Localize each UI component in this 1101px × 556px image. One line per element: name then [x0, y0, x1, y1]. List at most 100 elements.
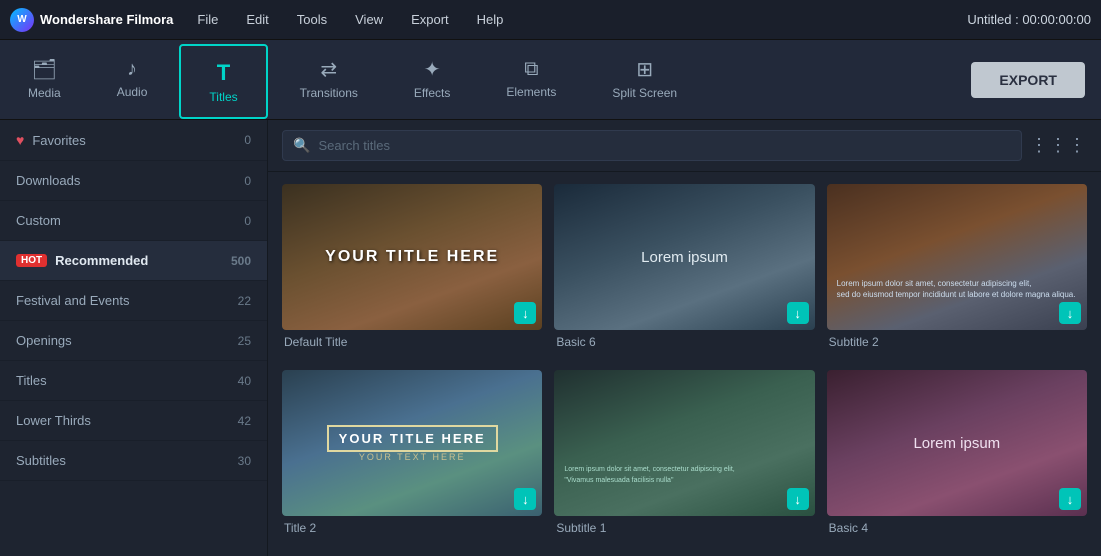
menu-help[interactable]: Help: [473, 12, 508, 27]
titles-label: Titles: [16, 373, 238, 388]
sidebar-item-festival[interactable]: Festival and Events 22: [0, 281, 267, 321]
sidebar-item-lowerthirds[interactable]: Lower Thirds 42: [0, 401, 267, 441]
app-name: Wondershare Filmora: [40, 12, 173, 27]
toolbar-transitions-label: Transitions: [300, 86, 358, 100]
grid-toggle-icon[interactable]: ⋮⋮⋮: [1030, 135, 1087, 156]
download-button[interactable]: ↓: [1059, 488, 1081, 510]
thumb-subtitle-text: Lorem ipsum: [641, 249, 728, 266]
menu-tools[interactable]: Tools: [293, 12, 331, 27]
heart-icon: ♥: [16, 132, 24, 148]
toolbar-titles-label: Titles: [209, 90, 237, 104]
toolbar-transitions[interactable]: ⇄ Transitions: [272, 40, 386, 119]
toolbar-elements[interactable]: ⧉ Elements: [478, 40, 584, 119]
list-item[interactable]: Lorem ipsum dolor sit amet, consectetur …: [554, 370, 814, 544]
content-area: 🔍 ⋮⋮⋮ YOUR TITLE HERE ↓ Default Title Lo…: [268, 120, 1101, 556]
toolbar: 🗂 Media ♪ Audio T Titles ⇄ Transitions ✦…: [0, 40, 1101, 120]
list-item[interactable]: Lorem ipsum dolor sit amet, consectetur …: [827, 184, 1087, 358]
sidebar-item-titles[interactable]: Titles 40: [0, 361, 267, 401]
main-content: ♥ Favorites 0 Downloads 0 Custom 0 HOT R…: [0, 120, 1101, 556]
thumbnail-basic-4: Lorem ipsum ↓: [827, 370, 1087, 516]
list-item[interactable]: YOUR TITLE HERE ↓ Default Title: [282, 184, 542, 358]
splitscreen-icon: ⊞: [636, 57, 653, 82]
title2-box: YOUR TITLE HERE: [327, 425, 498, 452]
list-item[interactable]: Lorem ipsum ↓ Basic 6: [554, 184, 814, 358]
sidebar-item-openings[interactable]: Openings 25: [0, 321, 267, 361]
audio-icon: ♪: [127, 58, 137, 81]
sidebar-item-favorites[interactable]: ♥ Favorites 0: [0, 120, 267, 161]
thumbnail-basic-6: Lorem ipsum ↓: [554, 184, 814, 330]
media-icon: 🗂: [32, 57, 57, 82]
effects-icon: ✦: [424, 57, 441, 82]
toolbar-audio[interactable]: ♪ Audio: [89, 40, 176, 119]
thumb-label: Title 2: [282, 521, 542, 535]
thumb-title-text: YOUR TITLE HERE: [325, 248, 499, 266]
toolbar-effects[interactable]: ✦ Effects: [386, 40, 478, 119]
festival-count: 22: [238, 294, 251, 308]
thumb-label: Subtitle 1: [554, 521, 814, 535]
subtitles-count: 30: [238, 454, 251, 468]
favorites-count: 0: [244, 133, 251, 147]
title-time: Untitled : 00:00:00:00: [967, 12, 1091, 27]
thumbnails-grid: YOUR TITLE HERE ↓ Default Title Lorem ip…: [268, 172, 1101, 556]
download-button[interactable]: ↓: [514, 488, 536, 510]
openings-label: Openings: [16, 333, 238, 348]
toolbar-splitscreen-label: Split Screen: [612, 86, 677, 100]
list-item[interactable]: Lorem ipsum ↓ Basic 4: [827, 370, 1087, 544]
download-button[interactable]: ↓: [787, 488, 809, 510]
menu-file[interactable]: File: [193, 12, 222, 27]
list-item[interactable]: YOUR TITLE HERE YOUR TEXT HERE ↓ Title 2: [282, 370, 542, 544]
hot-badge: HOT: [16, 254, 47, 267]
toolbar-effects-label: Effects: [414, 86, 450, 100]
sidebar-item-subtitles[interactable]: Subtitles 30: [0, 441, 267, 481]
thumb-label: Subtitle 2: [827, 335, 1087, 349]
download-button[interactable]: ↓: [787, 302, 809, 324]
recommended-label: Recommended: [55, 253, 231, 268]
elements-icon: ⧉: [524, 58, 538, 81]
search-bar: 🔍: [282, 130, 1022, 161]
custom-count: 0: [244, 214, 251, 228]
search-input[interactable]: [318, 138, 1011, 153]
downloads-count: 0: [244, 174, 251, 188]
search-bar-container: 🔍 ⋮⋮⋮: [268, 120, 1101, 172]
search-icon: 🔍: [293, 137, 310, 154]
thumb-subtitle-text: Lorem ipsum: [913, 435, 1000, 452]
recommended-count: 500: [231, 254, 251, 268]
thumb-label: Basic 4: [827, 521, 1087, 535]
menu-edit[interactable]: Edit: [242, 12, 272, 27]
thumbnail-subtitle-1: Lorem ipsum dolor sit amet, consectetur …: [554, 370, 814, 516]
custom-label: Custom: [16, 213, 244, 228]
menu-export[interactable]: Export: [407, 12, 453, 27]
thumbnail-default-title: YOUR TITLE HERE ↓: [282, 184, 542, 330]
toolbar-titles[interactable]: T Titles: [179, 44, 267, 119]
favorites-label: Favorites: [32, 133, 244, 148]
downloads-label: Downloads: [16, 173, 244, 188]
download-button[interactable]: ↓: [514, 302, 536, 324]
thumbnail-title-2: YOUR TITLE HERE YOUR TEXT HERE ↓: [282, 370, 542, 516]
subtitles-label: Subtitles: [16, 453, 238, 468]
thumb-label: Default Title: [282, 335, 542, 349]
titles-icon: T: [217, 60, 230, 86]
sidebar-item-custom[interactable]: Custom 0: [0, 201, 267, 241]
app-logo: W Wondershare Filmora: [10, 8, 173, 32]
openings-count: 25: [238, 334, 251, 348]
transitions-icon: ⇄: [320, 57, 337, 82]
title2-subtext: YOUR TEXT HERE: [327, 452, 498, 462]
sidebar-item-downloads[interactable]: Downloads 0: [0, 161, 267, 201]
export-button[interactable]: EXPORT: [971, 62, 1085, 98]
thumb-label: Basic 6: [554, 335, 814, 349]
sidebar-item-recommended[interactable]: HOT Recommended 500: [0, 241, 267, 281]
lowerthirds-label: Lower Thirds: [16, 413, 238, 428]
toolbar-media[interactable]: 🗂 Media: [0, 40, 89, 119]
menu-bar: W Wondershare Filmora File Edit Tools Vi…: [0, 0, 1101, 40]
toolbar-splitscreen[interactable]: ⊞ Split Screen: [584, 40, 705, 119]
toolbar-elements-label: Elements: [506, 85, 556, 99]
menu-view[interactable]: View: [351, 12, 387, 27]
titles-count: 40: [238, 374, 251, 388]
sidebar: ♥ Favorites 0 Downloads 0 Custom 0 HOT R…: [0, 120, 268, 556]
festival-label: Festival and Events: [16, 293, 238, 308]
app-logo-icon: W: [10, 8, 34, 32]
download-button[interactable]: ↓: [1059, 302, 1081, 324]
toolbar-media-label: Media: [28, 86, 61, 100]
lowerthirds-count: 42: [238, 414, 251, 428]
toolbar-audio-label: Audio: [117, 85, 148, 99]
